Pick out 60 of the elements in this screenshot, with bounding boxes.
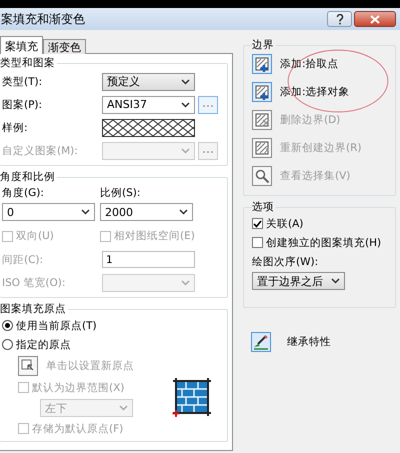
caret-icon [181, 280, 190, 286]
field-label: 类型(T): [2, 74, 44, 88]
hatch-arrow-icon [254, 140, 270, 156]
radio-label: 使用当前原点(T) [16, 318, 97, 332]
caret-icon [181, 148, 190, 154]
checkbox-label: 关联(A) [266, 216, 304, 230]
field-label: 样例: [2, 120, 29, 134]
checkbox[interactable] [252, 237, 263, 248]
radio-button[interactable] [2, 320, 13, 331]
checkbox-label: 相对图纸空间(E) [114, 229, 195, 243]
hatch-plus-icon [254, 56, 270, 72]
brush-icon [253, 334, 269, 350]
group-title: 角度和比例 [0, 170, 56, 184]
field-label: 角度(G): [2, 186, 45, 200]
close-button[interactable] [354, 11, 396, 27]
window-title: 案填充和渐变色 [1, 10, 85, 28]
field-label: 绘图次序(W): [252, 255, 318, 269]
angle-dropdown[interactable]: 0 [2, 203, 95, 221]
help-button[interactable] [327, 11, 352, 27]
radio-label: 指定的原点 [16, 338, 71, 352]
inherit-button[interactable]: 继承特性 [251, 330, 331, 354]
hatch-cross-icon [254, 112, 270, 128]
field-label: 图案(P): [2, 98, 44, 112]
group-title: 边界 [252, 38, 275, 52]
hatch-plus-icon [254, 84, 270, 100]
group-title: 类型和图案 [0, 56, 56, 70]
magnifier-icon [254, 168, 270, 184]
tab[interactable]: 案填充 [0, 36, 43, 54]
field-label: 自定义图案(M): [2, 144, 79, 158]
caret-icon [331, 278, 340, 284]
checkbox[interactable] [252, 218, 263, 229]
caret-icon [119, 405, 128, 411]
dropdown[interactable]: ANSI37 [102, 96, 195, 114]
caret-icon [179, 209, 188, 215]
tab[interactable]: 渐变色 [43, 39, 86, 54]
question-mark-icon [336, 14, 344, 24]
draw-order-dropdown[interactable]: 置于边界之后 [252, 272, 345, 290]
boundary-button[interactable]: 添加:拾取点 [252, 52, 339, 76]
checkbox-label: 存储为默认原点(F) [32, 422, 124, 436]
scale-dropdown[interactable]: 2000 [100, 203, 193, 221]
boundary-button[interactable]: 添加:选择对象 [252, 80, 350, 104]
field-label: 间距(C): [2, 252, 44, 266]
brick-wall-icon [171, 376, 213, 418]
group-title: 选项 [252, 200, 275, 214]
field-label: 比例(S): [100, 186, 142, 200]
checkbox-label: 创建独立的图案填充(H) [266, 236, 382, 250]
field-label: ISO 笔宽(O): [2, 276, 66, 290]
checkbox-label: 默认为边界范围(X) [32, 380, 124, 394]
group-title: 图案填充原点 [0, 302, 67, 316]
radio-button[interactable] [2, 339, 13, 350]
cursor-icon [21, 359, 35, 373]
checkbox-label: 双向(U) [16, 229, 54, 243]
dropdown[interactable]: 预定义 [102, 72, 195, 90]
close-icon [370, 14, 380, 24]
caret-icon [81, 209, 90, 215]
browse-button[interactable] [198, 96, 218, 114]
caret-icon [181, 78, 190, 84]
ellipsis-icon [202, 104, 214, 108]
ellipsis-icon [202, 150, 214, 154]
caret-icon [181, 102, 190, 108]
